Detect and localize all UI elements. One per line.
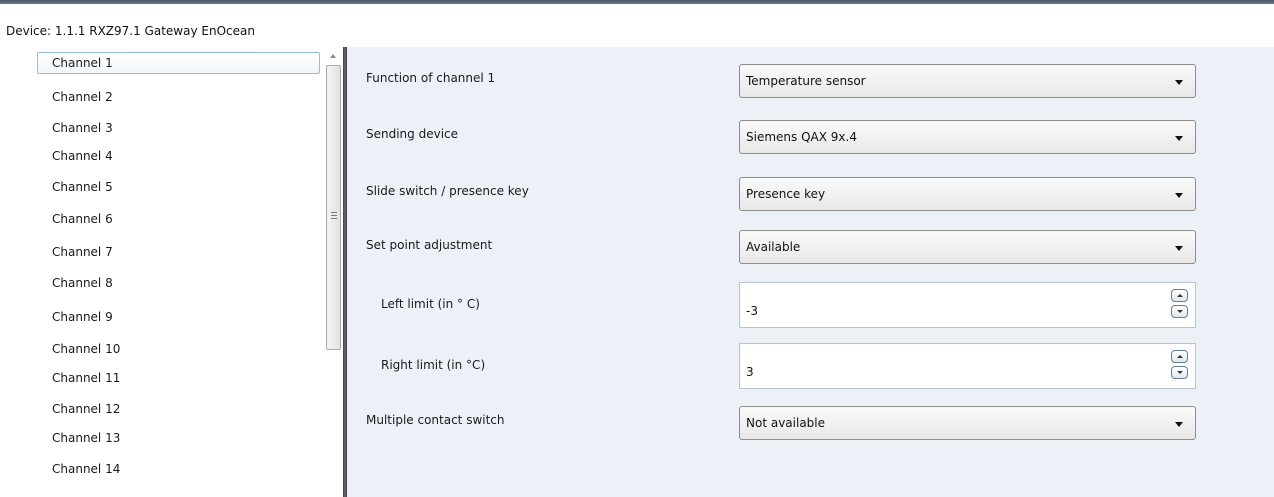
multiple-contact-value: Not available — [746, 416, 826, 430]
right-limit-input[interactable]: 3 — [739, 343, 1196, 389]
multiple-contact-label: Multiple contact switch — [366, 413, 505, 427]
right-limit-value: 3 — [746, 365, 754, 379]
channel-item-6[interactable]: Channel 6 — [37, 208, 320, 230]
channel-item-4[interactable]: Channel 4 — [37, 145, 320, 167]
channel-item-2[interactable]: Channel 2 — [37, 86, 320, 108]
channel-item-5[interactable]: Channel 5 — [37, 176, 320, 198]
parameter-panel: Function of channel 1 Temperature sensor… — [347, 47, 1274, 497]
scrollbar-thumb[interactable] — [326, 65, 341, 350]
slide-switch-dropdown[interactable]: Presence key — [739, 177, 1196, 211]
spin-up-icon[interactable] — [1171, 289, 1188, 302]
set-point-value: Available — [746, 240, 801, 254]
channel-item-14[interactable]: Channel 14 — [37, 458, 320, 480]
channel-list: Channel 1 Channel 2 Channel 3 Channel 4 … — [0, 47, 343, 497]
chevron-down-icon — [1175, 246, 1183, 251]
left-limit-value: -3 — [746, 304, 758, 318]
chevron-down-icon — [1175, 136, 1183, 141]
sending-device-dropdown[interactable]: Siemens QAX 9x.4 — [739, 120, 1196, 154]
chevron-down-icon — [1175, 193, 1183, 198]
scrollbar-grip-icon — [331, 212, 337, 221]
right-limit-label: Right limit (in °C) — [381, 358, 486, 372]
channel-item-1[interactable]: Channel 1 — [37, 52, 320, 74]
scroll-up-arrow-icon[interactable] — [330, 54, 336, 58]
slide-switch-label: Slide switch / presence key — [366, 184, 529, 198]
device-title: Device: 1.1.1 RXZ97.1 Gateway EnOcean — [6, 24, 255, 38]
function-value: Temperature sensor — [746, 74, 866, 88]
chevron-down-icon — [1175, 80, 1183, 85]
channel-item-13[interactable]: Channel 13 — [37, 427, 320, 449]
set-point-label: Set point adjustment — [366, 238, 493, 252]
set-point-dropdown[interactable]: Available — [739, 230, 1196, 264]
spin-down-icon[interactable] — [1171, 366, 1188, 379]
device-header: Device: 1.1.1 RXZ97.1 Gateway EnOcean — [0, 4, 1274, 47]
chevron-down-icon — [1175, 422, 1183, 427]
channel-list-scrollbar[interactable] — [325, 50, 343, 497]
left-limit-input[interactable]: -3 — [739, 282, 1196, 328]
channel-item-11[interactable]: Channel 11 — [37, 367, 320, 389]
channel-item-12[interactable]: Channel 12 — [37, 398, 320, 420]
channel-item-8[interactable]: Channel 8 — [37, 272, 320, 294]
slide-switch-value: Presence key — [746, 187, 826, 201]
channel-item-10[interactable]: Channel 10 — [37, 338, 320, 360]
spin-up-icon[interactable] — [1171, 350, 1188, 363]
sending-device-value: Siemens QAX 9x.4 — [746, 130, 857, 144]
function-label: Function of channel 1 — [366, 71, 496, 85]
function-dropdown[interactable]: Temperature sensor — [739, 64, 1196, 98]
spin-down-icon[interactable] — [1171, 305, 1188, 318]
left-limit-label: Left limit (in ° C) — [381, 297, 480, 311]
channel-item-9[interactable]: Channel 9 — [37, 306, 320, 328]
sending-device-label: Sending device — [366, 127, 459, 141]
channel-item-7[interactable]: Channel 7 — [37, 241, 320, 263]
multiple-contact-dropdown[interactable]: Not available — [739, 406, 1196, 440]
channel-item-3[interactable]: Channel 3 — [37, 117, 320, 139]
